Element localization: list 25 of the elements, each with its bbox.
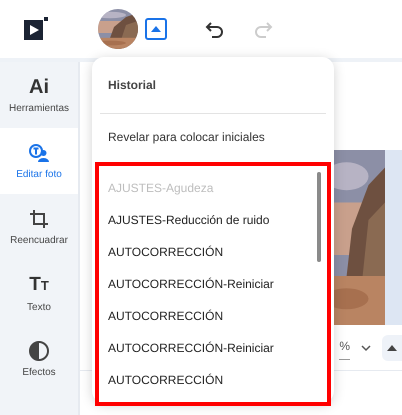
history-entry[interactable]: AUTOCORRECCIÓN	[99, 300, 327, 332]
text-size-icon: TT	[29, 274, 49, 296]
caret-up-icon	[387, 344, 397, 350]
zoom-value[interactable]: %	[339, 335, 350, 360]
sidebar-tab[interactable]: Efectos	[0, 326, 78, 392]
history-entry[interactable]: AUTOCORRECCIÓN-Reiniciar	[99, 268, 327, 300]
sidebar-tab[interactable]: Editar foto	[0, 128, 78, 194]
caret-up-icon	[151, 26, 161, 32]
crop-icon	[28, 208, 50, 230]
scrollbar-thumb[interactable]	[317, 172, 321, 262]
sidebar-tab[interactable]: TT Texto	[0, 260, 78, 326]
history-entry[interactable]: AJUSTES-Reducción de ruido	[99, 204, 327, 236]
person-edit-icon	[28, 142, 50, 164]
sidebar-tab[interactable]: Reencuadrar	[0, 194, 78, 260]
contrast-icon	[28, 340, 50, 362]
ai-icon: Ai	[29, 76, 49, 98]
history-entry[interactable]: AUTOCORRECCIÓN-Reiniciar	[99, 332, 327, 364]
collapse-button[interactable]	[382, 334, 402, 360]
history-toggle[interactable]	[145, 18, 167, 40]
app-logo[interactable]	[24, 17, 48, 41]
menu-title: Historial	[108, 78, 156, 92]
history-entry[interactable]: AUTOCORRECCIÓN	[99, 236, 327, 268]
sidebar-tab[interactable]: Ai Herramientas	[0, 62, 78, 128]
history-entry[interactable]: AUTOCORRECCIÓN	[99, 364, 327, 396]
menu-item[interactable]: Revelar para colocar iniciales	[95, 114, 331, 160]
